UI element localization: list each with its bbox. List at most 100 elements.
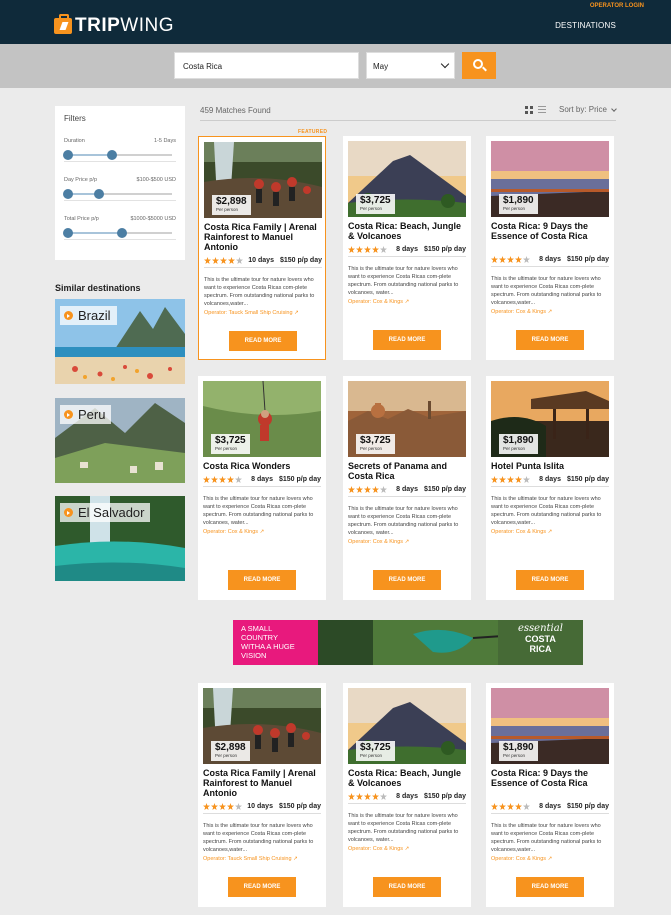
month-select[interactable]: May — [366, 52, 455, 79]
star-icon — [235, 803, 242, 810]
tour-card[interactable]: $3,725 Per person Costa Rica: Beach, Jungl… — [343, 136, 471, 360]
tour-card[interactable]: $3,725 Per person Costa Rica Wonders 8 days… — [198, 376, 326, 600]
operator-login-link[interactable]: OPERATOR LOGIN — [590, 3, 644, 9]
tour-title[interactable]: Costa Rica: 9 Days the Essence of Costa … — [491, 768, 611, 788]
star-icon — [348, 793, 355, 800]
operator-link[interactable]: Operator: Cox & Kings ↗ — [348, 846, 409, 852]
banner-slogan: A SMALL COUNTRY WITHA A HUGE VISION — [241, 624, 295, 660]
filter-row: Total Price p/p $1000-$5000 USD — [63, 216, 176, 241]
tour-card[interactable]: $3,725 Per person Secrets of Panama and Co… — [343, 376, 471, 600]
read-more-button[interactable]: READ MORE — [373, 330, 441, 350]
tour-image-wrap[interactable]: $3,725 Per person — [203, 381, 321, 457]
tour-title[interactable]: Costa Rica Family | Arenal Rainforest to… — [204, 222, 324, 252]
read-more-button[interactable]: READ MORE — [516, 330, 584, 350]
tour-description: This is the ultimate tour for nature lov… — [204, 277, 315, 307]
operator-link[interactable]: Operator: Cox & Kings ↗ — [491, 856, 552, 862]
range-slider[interactable] — [63, 228, 172, 238]
star-icon — [356, 246, 363, 253]
slider-handle-max[interactable] — [117, 228, 128, 238]
star-icon — [372, 486, 379, 493]
tripwing-logo[interactable]: TRIP WING — [54, 14, 174, 37]
tour-card[interactable]: $1,890 Per person Hotel Punta Islita 8 days… — [486, 376, 614, 600]
grid-view-icon[interactable] — [524, 105, 533, 114]
operator-link[interactable]: Operator: Cox & Kings ↗ — [203, 529, 264, 535]
operator-link[interactable]: Operator: Cox & Kings ↗ — [491, 309, 552, 315]
tour-title[interactable]: Hotel Punta Islita — [491, 461, 611, 471]
search-button[interactable] — [462, 52, 496, 79]
chevron-down-icon[interactable] — [611, 105, 617, 112]
operator-link[interactable]: Operator: Cox & Kings ↗ — [348, 299, 409, 305]
banner-line: COUNTRY — [241, 633, 278, 642]
slider-handle-max[interactable] — [94, 189, 105, 199]
tour-title[interactable]: Costa Rica Family | Arenal Rainforest to… — [203, 768, 323, 798]
price-badge: $3,725 Per person — [356, 741, 395, 761]
tour-title[interactable]: Costa Rica: Beach, Jungle & Volcanoes — [348, 768, 468, 788]
read-more-button[interactable]: READ MORE — [516, 877, 584, 897]
tour-description: This is the ultimate tour for nature lov… — [203, 496, 314, 526]
tour-image-wrap[interactable]: $2,898 Per person — [203, 688, 321, 764]
read-more-button[interactable]: READ MORE — [373, 877, 441, 897]
tour-description: This is the ultimate tour for nature lov… — [203, 823, 314, 853]
range-slider[interactable] — [63, 150, 172, 160]
price-badge: $3,725 Per person — [356, 194, 395, 214]
slider-handle-max[interactable] — [106, 150, 117, 160]
tour-title[interactable]: Secrets of Panama and Costa Rica — [348, 461, 468, 481]
tour-image-wrap[interactable]: $1,890 Per person — [491, 141, 609, 217]
slider-handle-min[interactable] — [63, 189, 73, 199]
destination-brazil[interactable]: Brazil — [55, 299, 185, 384]
tour-card[interactable]: $2,898 Per person Costa Rica Family | Aren… — [198, 683, 326, 907]
tour-meta: 8 days $150 p/p day — [348, 483, 466, 497]
read-more-button[interactable]: READ MORE — [229, 331, 297, 351]
operator-link[interactable]: Operator: Cox & Kings ↗ — [491, 529, 552, 535]
tour-image-wrap[interactable]: $2,898 Per person — [204, 142, 322, 218]
destination-search-input[interactable]: Costa Rica — [174, 52, 359, 79]
external-link-icon: ↗ — [404, 539, 410, 545]
star-icon — [356, 486, 363, 493]
tour-image-wrap[interactable]: $1,890 Per person — [491, 381, 609, 457]
tour-image-wrap[interactable]: $3,725 Per person — [348, 381, 466, 457]
operator-link[interactable]: Operator: Cox & Kings ↗ — [348, 539, 409, 545]
tour-image-wrap[interactable]: $3,725 Per person — [348, 688, 466, 764]
star-icon — [523, 476, 530, 483]
banner-brand-line: RICA — [529, 644, 552, 654]
price-value: $1,890 — [503, 742, 534, 753]
price-badge: $3,725 Per person — [356, 434, 395, 454]
operator-link[interactable]: Operator: Tauck Small Ship Cruising ↗ — [203, 856, 298, 862]
list-view-icon[interactable] — [537, 105, 546, 114]
chevron-down-icon — [440, 59, 450, 69]
destination-el-salvador[interactable]: El Salvador — [55, 496, 185, 581]
star-icon — [227, 476, 234, 483]
tour-title[interactable]: Costa Rica: Beach, Jungle & Volcanoes — [348, 221, 468, 241]
tour-title[interactable]: Costa Rica: 9 Days the Essence of Costa … — [491, 221, 611, 241]
star-icon — [212, 257, 219, 264]
read-more-button[interactable]: READ MORE — [228, 877, 296, 897]
price-value: $3,725 — [360, 742, 391, 753]
read-more-button[interactable]: READ MORE — [228, 570, 296, 590]
destination-peru[interactable]: Peru — [55, 398, 185, 483]
tour-duration: 8 days — [396, 246, 418, 253]
read-more-button[interactable]: READ MORE — [516, 570, 584, 590]
tour-card[interactable]: $1,890 Per person Costa Rica: 9 Days the E… — [486, 136, 614, 360]
external-link-icon: ↗ — [547, 856, 553, 862]
tour-card[interactable]: $3,725 Per person Costa Rica: Beach, Jungl… — [343, 683, 471, 907]
tour-image-wrap[interactable]: $1,890 Per person — [491, 688, 609, 764]
tour-title[interactable]: Costa Rica Wonders — [203, 461, 323, 471]
star-icon — [507, 256, 514, 263]
range-slider[interactable] — [63, 189, 172, 199]
rating-stars — [348, 486, 388, 493]
operator-link[interactable]: Operator: Tauck Small Ship Cruising ↗ — [204, 310, 299, 316]
slider-handle-min[interactable] — [63, 150, 73, 160]
slider-handle-min[interactable] — [63, 228, 73, 238]
tour-card[interactable]: $2,898 Per person Costa Rica Family | Aren… — [198, 136, 326, 360]
tour-image-wrap[interactable]: $3,725 Per person — [348, 141, 466, 217]
advertisement-banner[interactable]: A SMALL COUNTRY WITHA A HUGE VISION esse… — [233, 620, 583, 665]
tour-card[interactable]: $1,890 Per person Costa Rica: 9 Days the E… — [486, 683, 614, 907]
sort-dropdown[interactable]: Sort by: Price — [559, 105, 607, 114]
read-more-button[interactable]: READ MORE — [373, 570, 441, 590]
price-value: $3,725 — [360, 195, 391, 206]
nav-destinations[interactable]: DESTINATIONS — [555, 21, 616, 30]
rating-stars — [348, 793, 388, 800]
external-link-icon: ↗ — [294, 310, 299, 316]
star-icon — [491, 476, 498, 483]
banner-brand: essential COSTA RICA — [518, 624, 563, 655]
